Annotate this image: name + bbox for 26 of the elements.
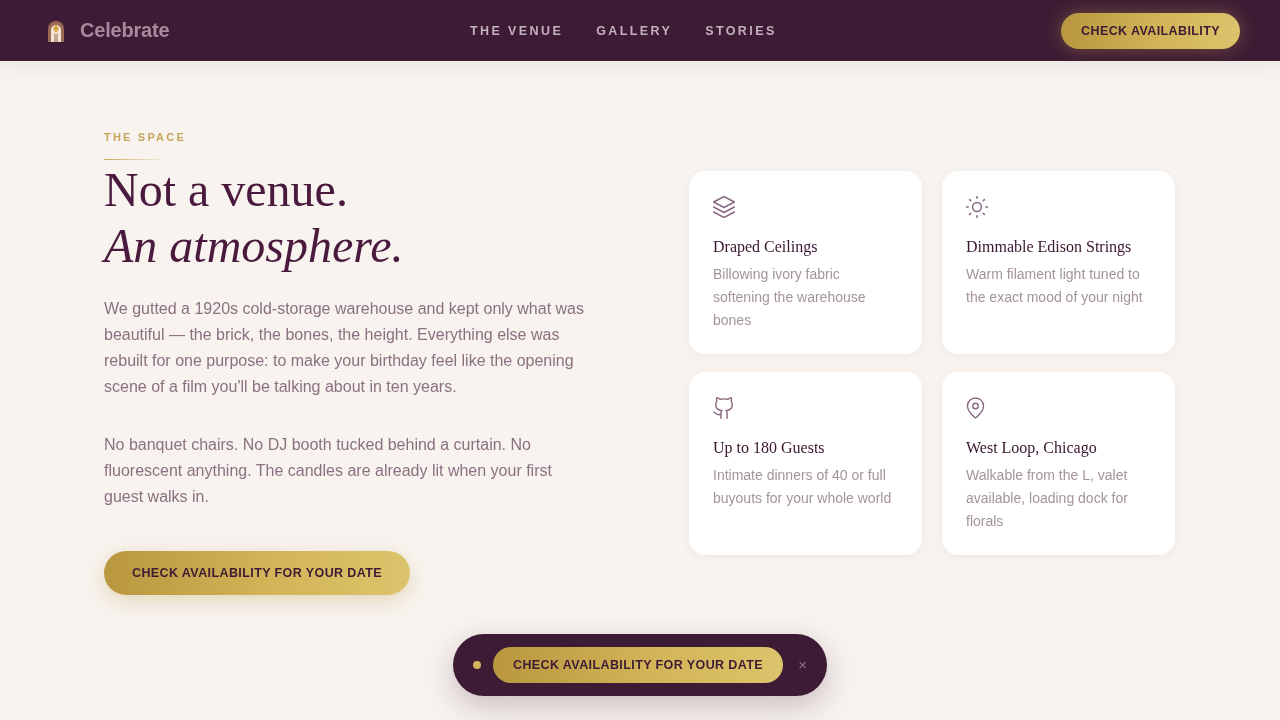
feature-title: Draped Ceilings: [713, 236, 818, 258]
cat-icon: [713, 396, 733, 419]
feature-title: Up to 180 Guests: [713, 437, 825, 459]
layers-icon: [713, 195, 735, 218]
feature-description: Intimate dinners of 40 or full buyouts for your whole world: [713, 465, 893, 508]
heading-line: Not a venue.: [104, 162, 348, 218]
feature-title: West Loop, Chicago: [966, 437, 1097, 459]
body-paragraph: No banquet chairs. No DJ booth tucked behind a curtain. No fluorescent anything. The candles are already lit when your first guest walks in.: [104, 435, 553, 507]
feature-title: Dimmable Edison Strings: [966, 236, 1132, 258]
check-availability-button[interactable]: CHECK AVAILABILITY FOR YOUR DATE: [493, 647, 784, 683]
map-pin-icon: [966, 396, 985, 419]
sun-icon: [966, 195, 988, 218]
check-availability-button[interactable]: CHECK AVAILABILITY FOR YOUR DATE: [104, 551, 411, 595]
nav-link[interactable]: GALLERY: [596, 23, 673, 38]
arch-icon: [47, 19, 65, 42]
logo-text[interactable]: Celebrate: [80, 19, 170, 42]
check-availability-button[interactable]: CHECK AVAILABILITY: [1061, 12, 1240, 49]
nav-link[interactable]: STORIES: [705, 23, 777, 38]
section-eyebrow: THE SPACE: [104, 130, 186, 144]
feature-description: Billowing ivory fabric softening the warehouse bones: [713, 264, 867, 330]
status-dot-icon: [473, 661, 481, 669]
close-button[interactable]: ×: [794, 656, 811, 674]
feature-description: Walkable from the L, valet available, loading dock for florals: [966, 465, 1129, 531]
body-paragraph: We gutted a 1920s cold-storage warehouse and kept only what was beautiful — the brick, the bones, the height. Everything else was rebuilt for one purpose: to make your birthday feel like the opening scene of a film you'll be talking about in ten years.: [104, 299, 585, 397]
feature-description: Warm filament light tuned to the exact mood of your night: [966, 264, 1144, 307]
nav-link[interactable]: THE VENUE: [470, 23, 564, 38]
